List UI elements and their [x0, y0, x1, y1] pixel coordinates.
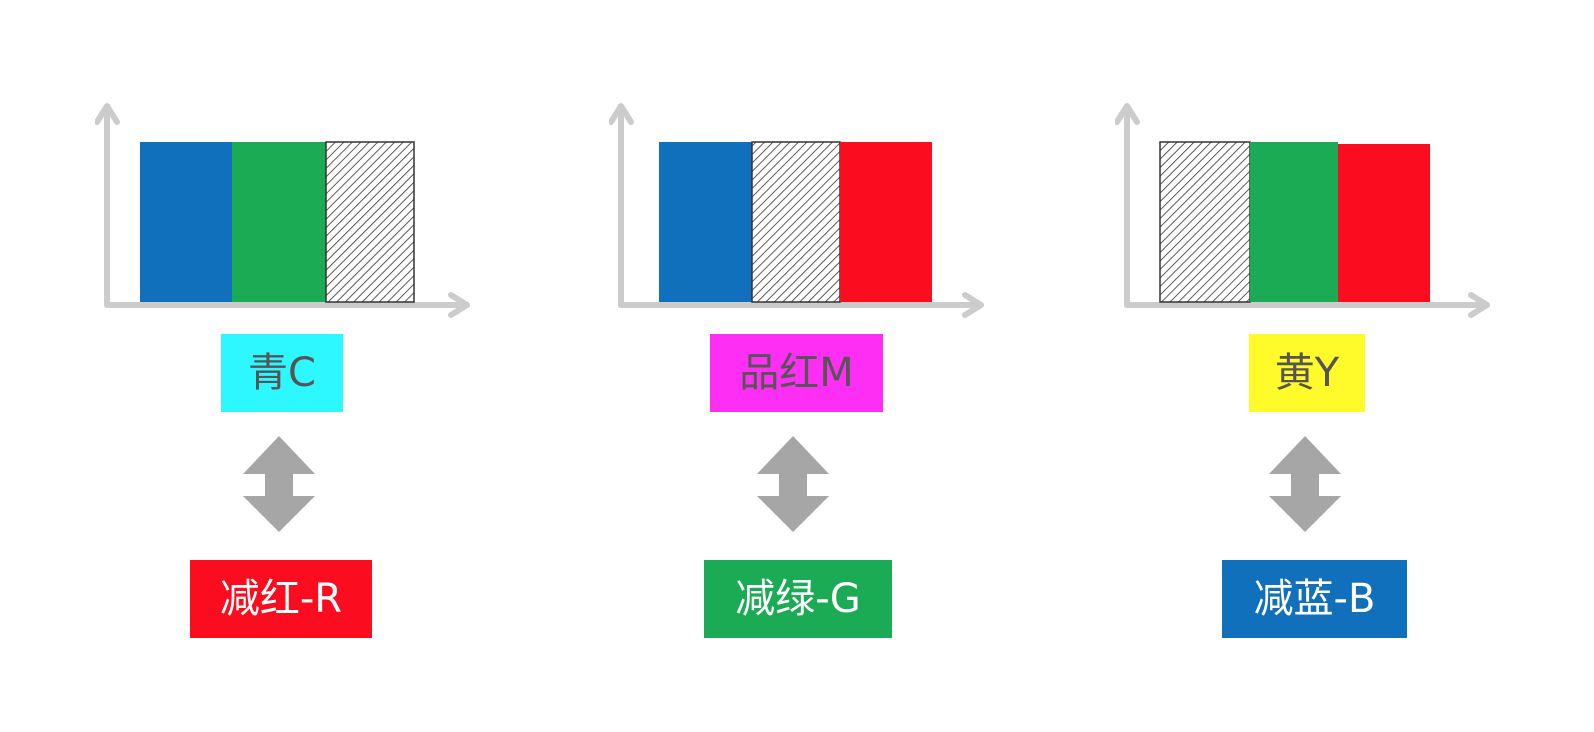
panel-yellow: 黄Y 减蓝-B — [1115, 0, 1515, 732]
minus-blue-label: 减蓝-B — [1222, 560, 1407, 638]
bar-red — [840, 142, 932, 302]
minus-green-label: 减绿-G — [704, 560, 892, 638]
panel-cyan: 青C 减红-R — [95, 0, 495, 732]
spectrum-graph — [95, 103, 470, 318]
spectrum-graph — [609, 103, 984, 318]
bar-red — [1338, 144, 1430, 302]
double-arrow-icon — [1269, 436, 1341, 532]
bar-hatched — [1159, 141, 1251, 303]
bar-blue — [140, 142, 232, 302]
bar-green — [1250, 142, 1338, 302]
double-arrow-icon — [243, 436, 315, 532]
bar-hatched — [325, 141, 415, 303]
panel-magenta: 品红M 减绿-G — [609, 0, 1009, 732]
cyan-label: 青C — [221, 334, 343, 412]
double-arrow-icon — [757, 436, 829, 532]
bar-green — [232, 142, 326, 302]
bar-hatched — [751, 141, 841, 303]
yellow-label: 黄Y — [1249, 334, 1365, 412]
spectrum-graph — [1115, 103, 1490, 318]
magenta-label: 品红M — [710, 334, 883, 412]
minus-red-label: 减红-R — [190, 560, 372, 638]
bar-blue — [659, 142, 752, 302]
